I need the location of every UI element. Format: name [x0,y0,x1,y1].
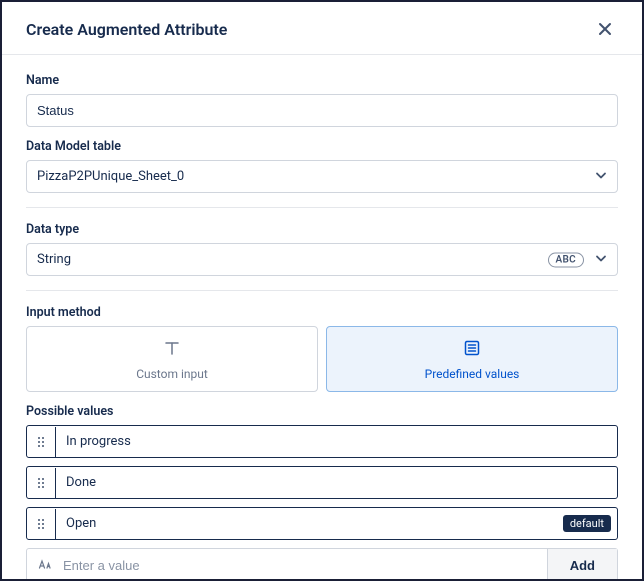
possible-value-row[interactable]: Opendefault [26,507,618,540]
possible-value-text: In progress [56,426,617,457]
text-icon [163,339,181,361]
modal-body: Name Data Model table PizzaP2PUnique_She… [2,55,642,579]
input-method-predefined-values[interactable]: Predefined values [326,326,618,392]
input-method-custom-input[interactable]: Custom input [26,326,318,392]
possible-values-field-group: Possible values In progress Done Opendefau… [26,404,618,579]
modal-header: Create Augmented Attribute [2,2,642,55]
name-label: Name [26,73,618,88]
add-value-button[interactable]: Add [547,549,617,579]
predefined-values-label: Predefined values [425,367,520,381]
input-method-options: Custom input Predefined values [26,326,618,392]
data-model-table-label: Data Model table [26,139,618,154]
custom-input-label: Custom input [136,367,208,381]
close-icon [596,20,614,38]
add-value-input[interactable] [53,549,547,579]
add-value-row: Add [26,548,618,579]
name-field-group: Name [26,73,618,127]
possible-values-list: In progress Done Opendefault [26,425,618,540]
data-type-badge: ABC [548,252,584,267]
input-method-label: Input method [26,305,618,320]
name-input[interactable] [26,94,618,127]
text-input-icon [27,549,53,579]
data-model-table-select[interactable]: PizzaP2PUnique_Sheet_0 [26,160,618,193]
possible-value-row[interactable]: In progress [26,425,618,458]
possible-value-row[interactable]: Done [26,466,618,499]
input-method-field-group: Input method Custom input Predefined val… [26,305,618,392]
data-type-label: Data type [26,222,618,237]
default-badge: default [563,515,611,532]
drag-handle-icon[interactable] [27,509,56,539]
list-icon [463,339,481,361]
create-augmented-attribute-modal: Create Augmented Attribute Name Data Mod… [2,2,642,579]
data-type-field-group: Data type String ABC [26,222,618,276]
drag-handle-icon[interactable] [27,427,56,457]
modal-title: Create Augmented Attribute [26,20,227,39]
possible-value-text: Open [56,508,563,539]
divider [26,290,618,291]
possible-values-label: Possible values [26,404,618,419]
data-type-select[interactable]: String [26,243,618,276]
divider [26,207,618,208]
possible-value-text: Done [56,467,617,498]
drag-handle-icon[interactable] [27,468,56,498]
close-button[interactable] [592,16,618,42]
data-model-table-field-group: Data Model table PizzaP2PUnique_Sheet_0 [26,139,618,193]
